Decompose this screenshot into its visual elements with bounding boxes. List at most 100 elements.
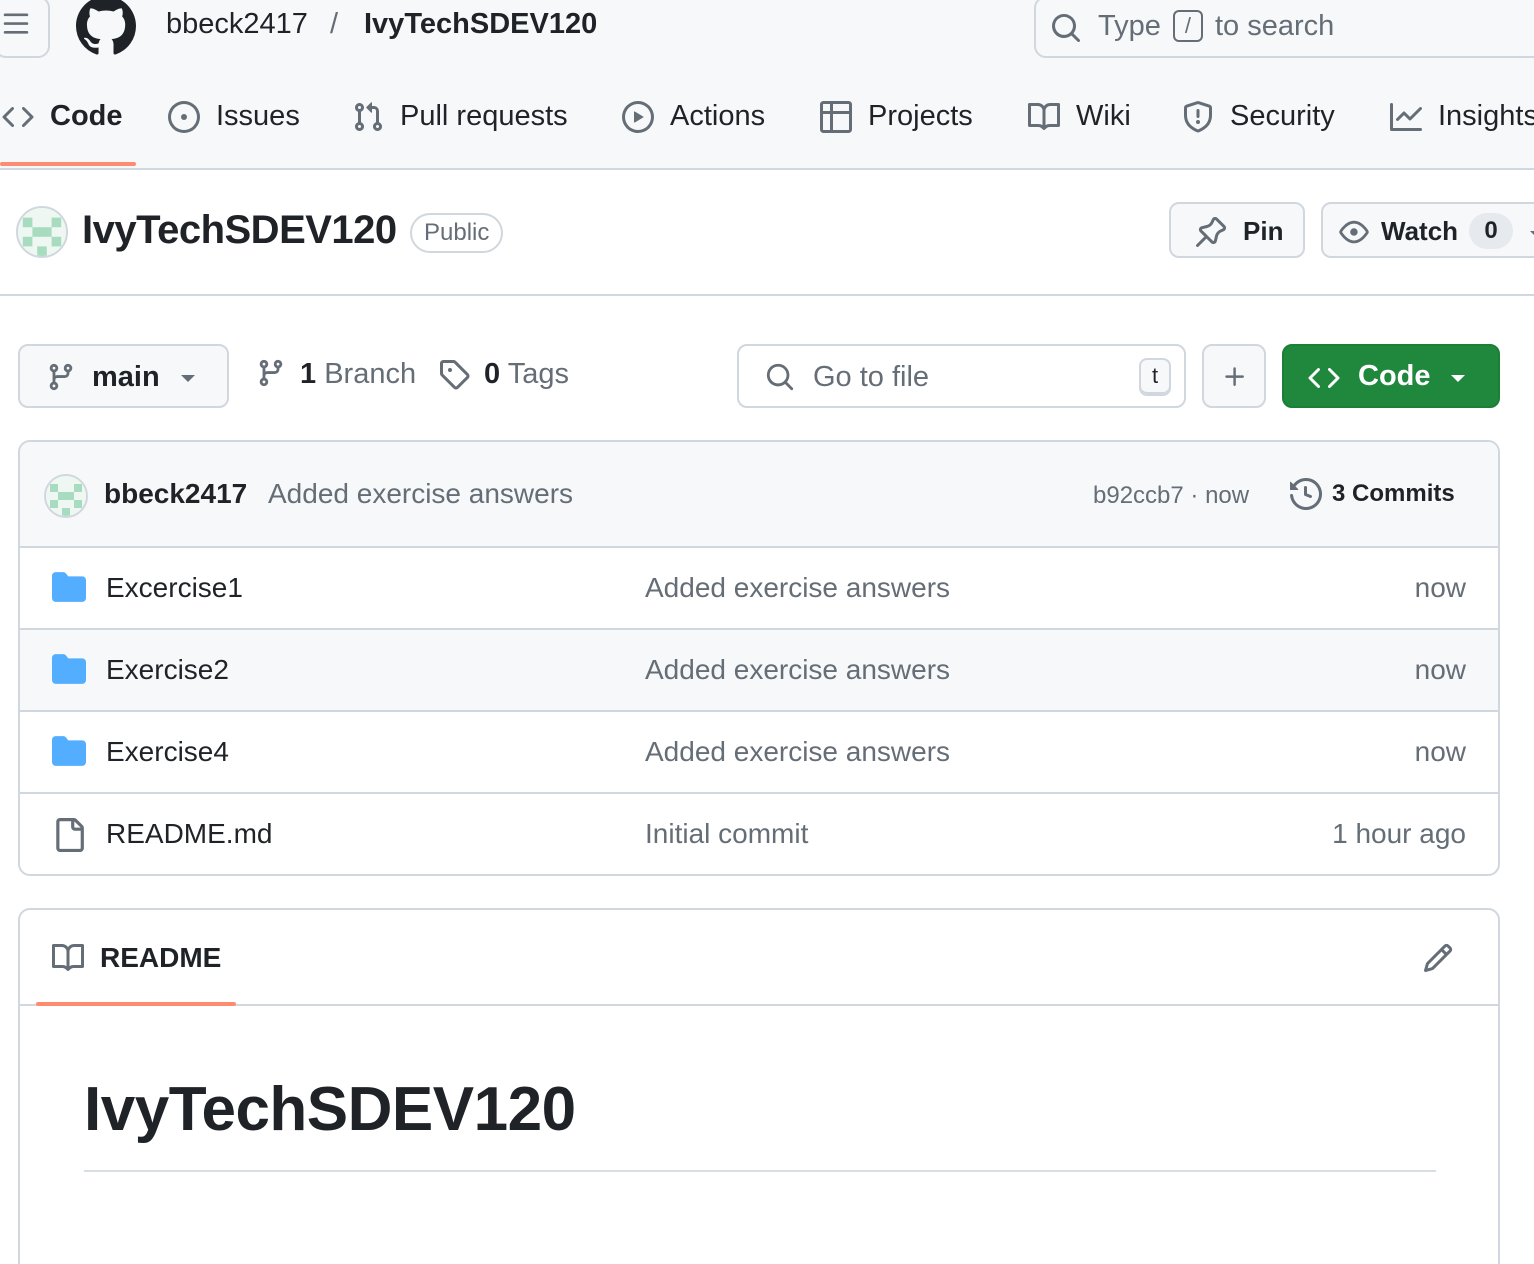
search-placeholder: Type / to search xyxy=(1098,10,1335,42)
pin-button[interactable]: Pin xyxy=(1169,202,1305,258)
file-commit-message[interactable]: Added exercise answers xyxy=(645,654,950,686)
search-icon xyxy=(1052,14,1081,43)
file-commit-time: now xyxy=(1414,572,1466,603)
file-commit-message[interactable]: Added exercise answers xyxy=(645,572,950,604)
tab-label: Code xyxy=(50,100,123,132)
avatar[interactable] xyxy=(16,206,68,258)
tab-actions[interactable]: Actions xyxy=(622,92,765,168)
branch-count-label: Branch xyxy=(324,358,417,390)
github-logo-icon[interactable] xyxy=(76,0,136,56)
breadcrumb-separator: / xyxy=(330,8,339,40)
git-branch-icon xyxy=(49,363,73,391)
file-name[interactable]: Excercise1 xyxy=(106,572,243,604)
git-branch-icon xyxy=(259,359,283,387)
heading-divider xyxy=(84,1170,1436,1172)
edit-readme-button[interactable] xyxy=(1422,942,1454,974)
caret-down-icon xyxy=(1530,231,1534,235)
readme-panel: README IvyTechSDEV120 xyxy=(18,908,1500,1264)
commits-count-label: 3 Commits xyxy=(1332,480,1455,507)
branch-name: main xyxy=(92,361,160,393)
avatar[interactable] xyxy=(44,474,88,518)
tab-issues[interactable]: Issues xyxy=(168,92,300,168)
commit-sha-time[interactable]: b92ccb7 · now xyxy=(1093,482,1249,510)
file-commit-time: now xyxy=(1414,736,1466,767)
tab-readme[interactable]: README xyxy=(52,942,221,974)
watch-label: Watch xyxy=(1381,216,1459,246)
breadcrumb-repo[interactable]: IvyTechSDEV120 xyxy=(364,8,597,41)
shield-icon xyxy=(1184,101,1212,133)
go-to-file-shortcut-key: t xyxy=(1139,358,1171,396)
readme-header: README xyxy=(20,910,1498,1006)
tag-count-label: Tags xyxy=(507,358,569,390)
code-icon xyxy=(2,106,34,128)
file-name[interactable]: Exercise2 xyxy=(106,654,229,686)
watch-button[interactable]: Watch 0 xyxy=(1321,202,1534,258)
plus-icon xyxy=(1225,367,1244,386)
caret-down-icon xyxy=(1451,375,1465,382)
tab-insights[interactable]: Insights xyxy=(1390,92,1534,168)
code-download-button[interactable]: Code xyxy=(1282,344,1500,408)
global-search-input[interactable]: Type / to search xyxy=(1034,0,1534,58)
file-name[interactable]: README.md xyxy=(106,818,272,850)
tab-code[interactable]: Code xyxy=(2,92,123,168)
tag-count: 0 xyxy=(484,358,501,390)
book-icon xyxy=(1028,102,1060,130)
add-file-button[interactable] xyxy=(1202,344,1266,408)
code-icon xyxy=(1308,367,1340,389)
menu-button[interactable] xyxy=(0,0,50,58)
tab-label: Wiki xyxy=(1076,100,1131,132)
repo-title[interactable]: IvyTechSDEV120 xyxy=(82,208,397,253)
tab-label: Security xyxy=(1230,100,1335,132)
table-row[interactable]: Exercise4 Added exercise answers now xyxy=(20,712,1498,794)
issue-icon xyxy=(168,101,200,133)
folder-icon xyxy=(52,654,86,684)
file-commit-message[interactable]: Added exercise answers xyxy=(645,736,950,768)
history-icon xyxy=(1290,478,1322,510)
tab-label: Insights xyxy=(1438,100,1534,132)
commits-link[interactable]: 3 Commits xyxy=(1290,478,1455,510)
file-icon xyxy=(56,818,84,852)
branch-count: 1 xyxy=(300,358,317,390)
commit-message[interactable]: Added exercise answers xyxy=(268,478,573,510)
tags-link[interactable]: 0 Tags xyxy=(438,358,569,391)
commit-author[interactable]: bbeck2417 xyxy=(104,478,247,510)
table-row[interactable]: Excercise1 Added exercise answers now xyxy=(20,548,1498,630)
tab-pull-requests[interactable]: Pull requests xyxy=(352,92,568,168)
hamburger-icon xyxy=(3,13,29,34)
tab-wiki[interactable]: Wiki xyxy=(1028,92,1131,168)
folder-icon xyxy=(52,736,86,766)
book-icon xyxy=(52,943,84,971)
go-to-file-placeholder: Go to file xyxy=(813,361,930,393)
graph-icon xyxy=(1390,103,1422,131)
folder-icon xyxy=(52,572,86,602)
caret-down-icon xyxy=(181,375,195,382)
visibility-badge: Public xyxy=(410,213,504,253)
search-icon xyxy=(766,363,794,391)
file-name[interactable]: Exercise4 xyxy=(106,736,229,768)
readme-tab-label: README xyxy=(100,942,222,973)
tab-security[interactable]: Security xyxy=(1182,92,1335,168)
eye-icon xyxy=(1339,220,1369,244)
file-commit-message[interactable]: Initial commit xyxy=(645,818,808,850)
breadcrumb-owner[interactable]: bbeck2417 xyxy=(166,8,308,41)
readme-heading: IvyTechSDEV120 xyxy=(84,1075,576,1144)
table-row[interactable]: README.md Initial commit 1 hour ago xyxy=(20,794,1498,874)
branch-selector[interactable]: main xyxy=(18,344,229,408)
tab-label: Projects xyxy=(868,100,973,132)
tab-projects[interactable]: Projects xyxy=(820,92,973,168)
table-icon xyxy=(820,101,852,133)
repo-tabs: Code Issues Pull requests Actions Projec… xyxy=(0,92,1534,168)
pin-icon xyxy=(1196,216,1227,247)
pull-request-icon xyxy=(354,102,383,132)
active-tab-indicator xyxy=(36,1002,236,1006)
branches-link[interactable]: 1 Branch xyxy=(256,358,416,391)
table-row[interactable]: Exercise2 Added exercise answers now xyxy=(20,630,1498,712)
file-table: bbeck2417 Added exercise answers b92ccb7… xyxy=(18,440,1500,876)
global-header: bbeck2417 / IvyTechSDEV120 Type / to sea… xyxy=(0,0,1534,170)
file-commit-time: now xyxy=(1414,654,1466,685)
go-to-file-input[interactable]: Go to file t xyxy=(737,344,1186,408)
latest-commit-bar: bbeck2417 Added exercise answers b92ccb7… xyxy=(20,442,1498,548)
file-commit-time: 1 hour ago xyxy=(1332,818,1466,849)
watch-count: 0 xyxy=(1469,213,1513,249)
tag-icon xyxy=(440,360,470,390)
